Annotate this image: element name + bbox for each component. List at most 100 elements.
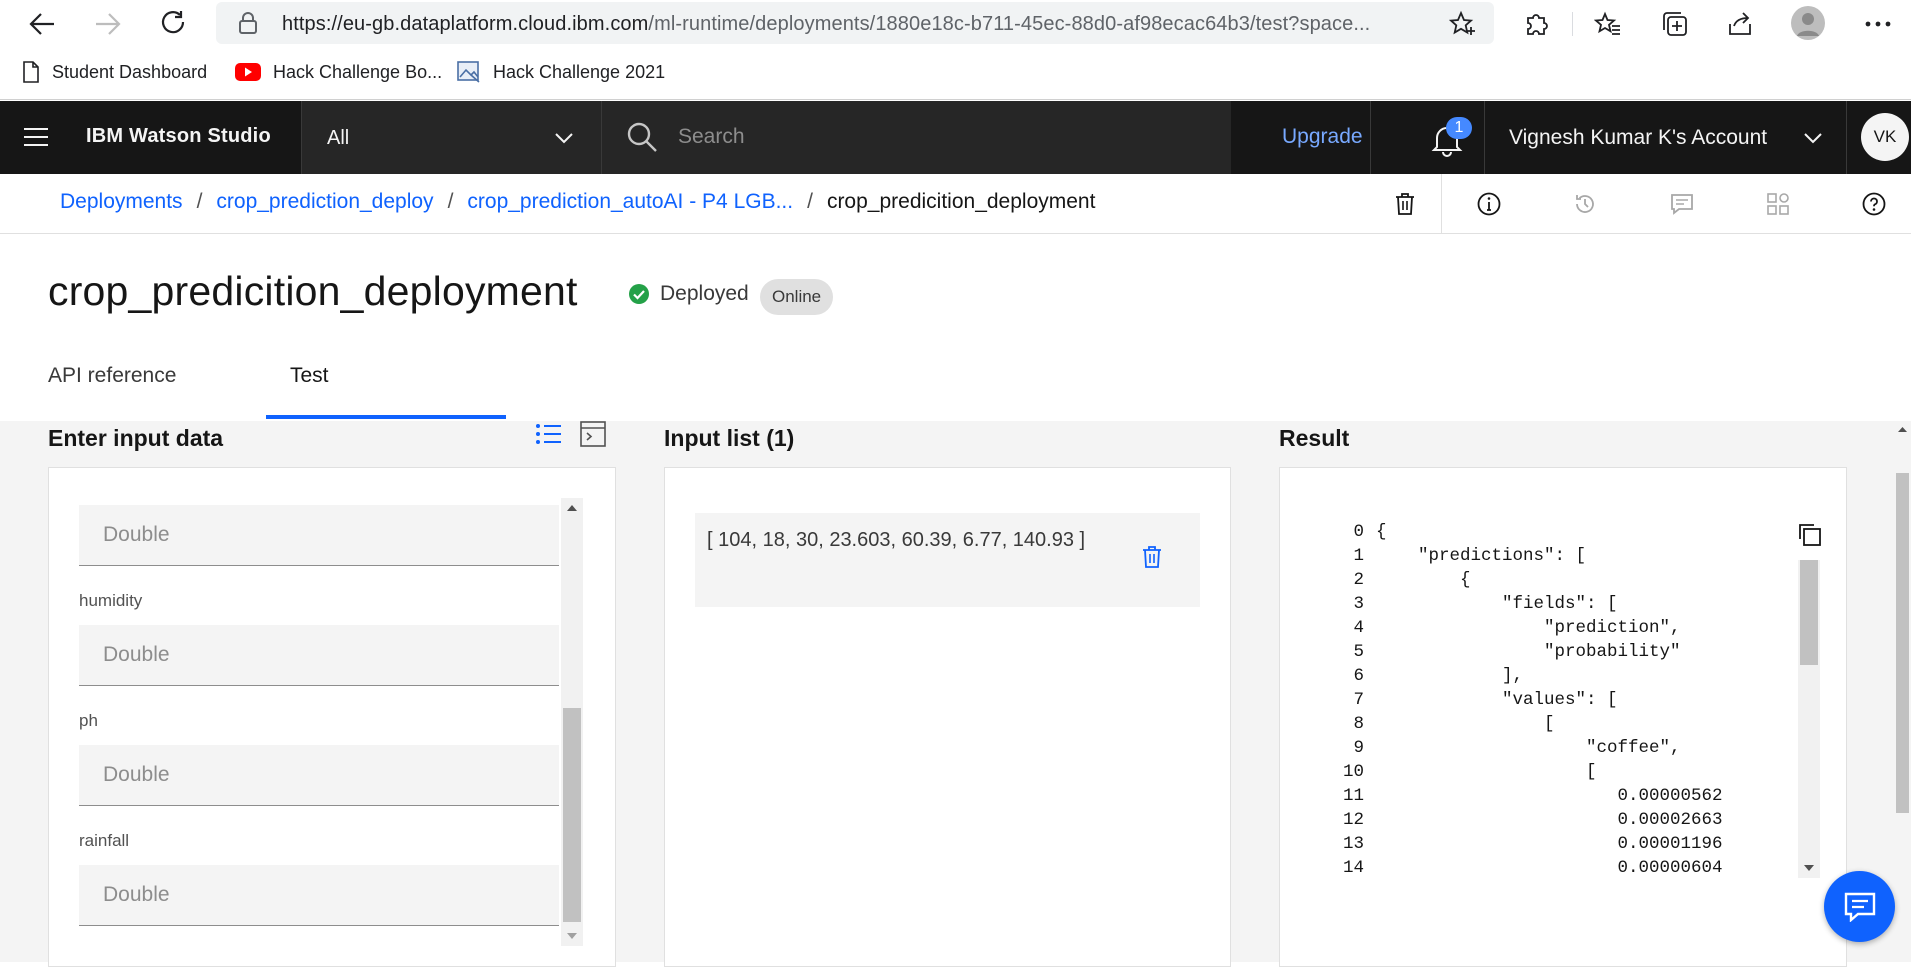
line-number: 11 (1342, 786, 1364, 806)
code-text: 0.00000562 (1376, 786, 1723, 806)
account-switcher[interactable]: Vignesh Kumar K's Account (1485, 101, 1845, 174)
field-label-ph: ph (79, 711, 98, 730)
breadcrumb-bar: Deployments / crop_prediction_deploy / c… (0, 174, 1911, 234)
code-text: 0.00002663 (1376, 810, 1723, 830)
help-button[interactable] (1860, 190, 1888, 218)
comments-button[interactable] (1668, 190, 1696, 218)
result-title: Result (1279, 425, 1350, 451)
code-line: 6 ], (1280, 666, 1523, 690)
scroll-down-icon[interactable] (566, 932, 578, 940)
account-name: Vignesh Kumar K's Account (1509, 126, 1768, 149)
page-scrollbar[interactable] (1894, 421, 1911, 962)
field-input-double[interactable] (79, 505, 559, 566)
back-button[interactable] (26, 8, 58, 40)
share-icon[interactable] (1726, 10, 1754, 38)
profile-avatar-icon[interactable] (1791, 6, 1825, 40)
line-number: 6 (1353, 666, 1364, 686)
forward-arrow-icon (96, 13, 121, 35)
scrollbar-thumb[interactable] (1800, 560, 1818, 665)
line-number: 13 (1342, 834, 1364, 854)
form-scrollbar[interactable] (561, 498, 583, 946)
line-number: 10 (1342, 762, 1364, 782)
add-favorite-icon[interactable] (1449, 10, 1477, 38)
url-path: /ml-runtime/deployments/1880e18c-b711-45… (648, 13, 1371, 35)
address-bar[interactable]: https://eu-gb.dataplatform.cloud.ibm.com… (216, 2, 1494, 44)
rainfall-input[interactable] (79, 865, 559, 926)
line-number: 9 (1353, 738, 1364, 758)
breadcrumb-crop-prediction-deploy[interactable]: crop_prediction_deploy (216, 190, 433, 214)
forward-button[interactable] (92, 8, 124, 40)
bookmark-hack-challenge-bo[interactable]: Hack Challenge Bo... (235, 59, 442, 85)
code-line: 8 [ (1280, 714, 1554, 738)
code-text: "predictions": [ (1376, 546, 1587, 566)
search-icon (627, 122, 657, 152)
field-label-humidity: humidity (79, 591, 143, 610)
youtube-icon (235, 63, 261, 81)
history-icon (1576, 195, 1594, 213)
product-name[interactable]: IBM Watson Studio (86, 125, 271, 148)
code-text: "coffee", (1376, 738, 1681, 758)
input-list-item[interactable]: [ 104, 18, 30, 23.603, 60.39, 6.77, 140.… (695, 513, 1200, 607)
bookmark-student-dashboard[interactable]: Student Dashboard (22, 59, 207, 85)
collections-icon[interactable] (1661, 10, 1689, 38)
code-line: 4 "prediction", (1280, 618, 1680, 642)
more-menu-icon[interactable] (1864, 20, 1892, 28)
related-assets-button[interactable] (1764, 190, 1792, 218)
line-number: 2 (1353, 570, 1364, 590)
code-line: 1 "predictions": [ (1280, 546, 1586, 570)
line-number: 8 (1353, 714, 1364, 734)
result-scrollbar[interactable] (1798, 560, 1820, 878)
result-panel: 0{1 "predictions": [2 {3 "fields": [4 "p… (1279, 467, 1847, 967)
notification-badge: 1 (1446, 117, 1472, 139)
code-line: 2 { (1280, 570, 1471, 594)
reload-button[interactable] (158, 8, 190, 40)
notifications-button[interactable]: 1 (1431, 117, 1472, 157)
chat-button[interactable] (1824, 871, 1895, 942)
ibm-header: IBM Watson Studio All Upgrade 1 Vignesh … (0, 101, 1911, 174)
form-view-icon[interactable] (535, 423, 561, 445)
tab-api-reference[interactable]: API reference (48, 364, 176, 420)
scroll-up-icon[interactable] (1897, 426, 1908, 433)
search-input[interactable] (678, 119, 1198, 155)
tab-test[interactable]: Test (290, 364, 329, 420)
active-tab-indicator (266, 415, 506, 419)
delete-deployment-button[interactable] (1391, 190, 1419, 218)
input-list-panel: [ 104, 18, 30, 23.603, 60.39, 6.77, 140.… (664, 467, 1231, 967)
breadcrumb-separator: / (807, 190, 813, 213)
code-text: "fields": [ (1376, 594, 1618, 614)
bookmark-hack-challenge-2021[interactable]: Hack Challenge 2021 (457, 59, 665, 85)
code-text: "probability" (1376, 642, 1681, 662)
help-icon (1862, 192, 1886, 216)
chevron-down-icon (1804, 133, 1822, 144)
scrollbar-thumb[interactable] (563, 708, 581, 922)
code-text: { (1376, 570, 1471, 590)
code-text: 0.00000604 (1376, 858, 1723, 878)
breadcrumb-deployments[interactable]: Deployments (60, 190, 183, 214)
chat-icon (1844, 892, 1875, 922)
code-text: ], (1376, 666, 1524, 686)
favorites-icon[interactable] (1594, 10, 1622, 38)
json-view-icon[interactable] (580, 421, 606, 447)
history-button[interactable] (1571, 190, 1599, 218)
code-line: 10 [ (1280, 762, 1597, 786)
assets-grid-icon (1767, 193, 1789, 215)
info-button[interactable] (1475, 190, 1503, 218)
field-label-rainfall: rainfall (79, 831, 130, 850)
breadcrumb-autoai-model[interactable]: crop_prediction_autoAI - P4 LGB... (467, 190, 793, 214)
upgrade-link[interactable]: Upgrade (1282, 125, 1363, 149)
url-host: https://eu-gb.dataplatform.cloud.ibm.com (282, 13, 649, 35)
user-avatar[interactable]: VK (1861, 113, 1909, 161)
copy-icon[interactable] (1798, 523, 1822, 547)
scrollbar-thumb[interactable] (1896, 473, 1909, 813)
trash-icon[interactable] (1142, 545, 1162, 569)
hamburger-menu-icon[interactable] (24, 126, 48, 148)
scope-dropdown[interactable]: All (301, 101, 601, 174)
line-number: 12 (1342, 810, 1364, 830)
humidity-input[interactable] (79, 625, 559, 686)
ph-input[interactable] (79, 745, 559, 806)
scroll-up-icon[interactable] (566, 504, 578, 512)
extensions-icon[interactable] (1522, 10, 1550, 38)
scroll-down-icon[interactable] (1803, 864, 1815, 872)
code-text: 0.00001196 (1376, 834, 1723, 854)
page-icon (23, 61, 39, 83)
